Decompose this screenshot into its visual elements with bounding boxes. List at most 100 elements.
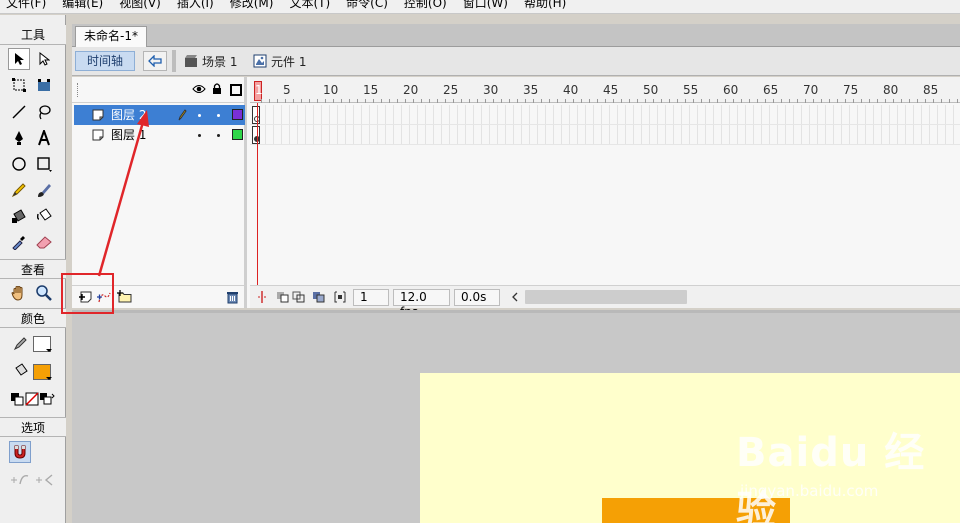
frame-ruler-tick — [853, 99, 854, 103]
layer-row-1[interactable]: 图层 1 — [74, 125, 245, 145]
frame-ruler-tick — [749, 99, 750, 103]
center-frame-icon[interactable] — [257, 290, 267, 304]
visibility-dot[interactable] — [198, 114, 201, 117]
frame-ruler-tick — [773, 99, 774, 103]
document-tab-bar: 未命名-1* — [72, 24, 960, 47]
edit-bar: 时间轴 场景 1 元件 1 — [72, 47, 960, 76]
layer-name[interactable]: 图层 2 — [111, 105, 146, 125]
frame-ruler-tick — [613, 99, 614, 103]
frame-row-layer-2[interactable] — [250, 105, 960, 125]
frame-ruler-number: 1 — [255, 83, 263, 97]
straighten-option-icon[interactable] — [34, 469, 56, 491]
gradient-transform-tool-icon[interactable] — [33, 74, 55, 96]
insert-folder-icon[interactable] — [116, 289, 132, 303]
frame-ruler-tick — [869, 99, 870, 103]
elapsed-time-field[interactable]: 0.0s — [454, 289, 500, 306]
smooth-option-icon[interactable] — [9, 469, 31, 491]
current-frame-field[interactable]: 1 — [353, 289, 389, 306]
frame-ruler-tick — [501, 99, 502, 103]
snap-magnet-icon[interactable] — [9, 441, 31, 463]
fill-color-dropdown-icon — [46, 377, 52, 380]
menu-control[interactable]: 控制(O) — [396, 0, 455, 13]
lock-dot[interactable] — [217, 134, 220, 137]
menu-text[interactable]: 文本(T) — [281, 0, 338, 13]
pencil-tool-icon[interactable] — [8, 179, 30, 201]
swap-colors-icon[interactable] — [36, 388, 58, 410]
frame-ruler-number: 65 — [763, 83, 779, 97]
frame-ruler-tick — [781, 99, 782, 103]
paint-bucket-tool-icon[interactable] — [33, 205, 55, 227]
layer-outline-color[interactable] — [232, 129, 243, 140]
breadcrumb-scene[interactable]: 场景 1 — [184, 53, 237, 69]
line-tool-icon[interactable] — [8, 101, 30, 123]
frame-ruler-tick — [485, 99, 486, 103]
outline-toggle-icon[interactable] — [230, 84, 242, 96]
visibility-dot[interactable] — [198, 134, 201, 137]
menu-file[interactable]: 文件(F) — [0, 0, 54, 13]
frame-ruler-tick — [517, 99, 518, 103]
selection-tool-icon[interactable] — [8, 48, 30, 70]
frame-ruler-tick — [885, 99, 886, 103]
frame-ruler-tick — [877, 99, 878, 103]
onion-skin-outlines-icon[interactable] — [292, 291, 306, 303]
frame-ruler-number: 50 — [643, 83, 659, 97]
breadcrumb-symbol-label: 元件 1 — [271, 54, 307, 69]
keyframe-filled[interactable] — [252, 126, 260, 144]
layer-name[interactable]: 图层 1 — [111, 125, 146, 145]
layer-row-2[interactable]: 图层 2 — [74, 105, 245, 125]
oval-tool-icon[interactable] — [8, 153, 30, 175]
breadcrumb-symbol[interactable]: 元件 1 — [253, 53, 306, 69]
hand-tool-icon[interactable] — [8, 282, 30, 304]
text-tool-icon[interactable] — [33, 127, 55, 149]
frame-ruler-number: 45 — [603, 83, 619, 97]
lock-icon[interactable] — [212, 83, 222, 95]
menu-help[interactable]: 帮助(H) — [516, 0, 574, 13]
modify-onion-markers-icon[interactable] — [334, 291, 346, 303]
menu-view[interactable]: 视图(V) — [111, 0, 169, 13]
delete-layer-trash-icon[interactable] — [226, 290, 239, 304]
document-tab[interactable]: 未命名-1* — [75, 26, 147, 47]
back-button[interactable] — [143, 51, 167, 71]
menu-commands[interactable]: 命令(C) — [338, 0, 396, 13]
scroll-left-icon[interactable] — [512, 292, 518, 302]
eyedropper-tool-icon[interactable] — [8, 231, 30, 253]
menu-insert[interactable]: 插入(I) — [169, 0, 222, 13]
onion-skin-icon[interactable] — [276, 291, 290, 303]
scene-icon — [185, 55, 197, 67]
lasso-tool-icon[interactable] — [33, 101, 55, 123]
keyframe-empty[interactable] — [252, 106, 260, 124]
eraser-tool-icon[interactable] — [33, 231, 55, 253]
edit-multiple-frames-icon[interactable] — [312, 291, 326, 303]
layer-icon — [92, 109, 104, 121]
frame-ruler-tick — [493, 99, 494, 103]
zoom-tool-icon[interactable] — [33, 282, 55, 304]
rectangle-tool-icon[interactable] — [33, 153, 55, 175]
frame-ruler-number: 15 — [363, 83, 379, 97]
frame-row-layer-1[interactable] — [250, 125, 960, 145]
frame-ruler-tick — [597, 99, 598, 103]
subselection-tool-icon[interactable] — [33, 48, 55, 70]
frame-ruler-number: 10 — [323, 83, 339, 97]
frame-ruler-tick — [805, 99, 806, 103]
show-hide-eye-icon[interactable] — [192, 84, 206, 94]
annotation-highlight-box — [61, 273, 114, 314]
panel-grip[interactable] — [77, 83, 79, 97]
free-transform-tool-icon[interactable] — [8, 74, 30, 96]
frame-ruler-tick — [309, 99, 310, 103]
frame-ruler-tick — [269, 99, 270, 103]
stroke-color-dropdown-icon — [46, 349, 52, 352]
ink-bottle-tool-icon[interactable] — [8, 205, 30, 227]
layer-outline-color[interactable] — [232, 109, 243, 120]
lock-dot[interactable] — [217, 114, 220, 117]
menu-window[interactable]: 窗口(W) — [455, 0, 516, 13]
timeline-footer: 1 12.0 fps 0.0s — [250, 285, 960, 319]
timeline-horizontal-scrollbar[interactable] — [525, 290, 687, 304]
menu-edit[interactable]: 编辑(E) — [54, 0, 111, 13]
pen-tool-icon[interactable] — [8, 127, 30, 149]
timeline-toggle-button[interactable]: 时间轴 — [75, 51, 135, 71]
brush-tool-icon[interactable] — [33, 179, 55, 201]
frame-ruler-tick — [293, 99, 294, 103]
frame-rate-field[interactable]: 12.0 fps — [393, 289, 450, 319]
menu-modify[interactable]: 修改(M) — [222, 0, 282, 13]
frame-ruler[interactable]: 1 5 10 15 20 25 30 35 40 45 50 55 60 65 70 75 80 85 — [250, 77, 960, 103]
